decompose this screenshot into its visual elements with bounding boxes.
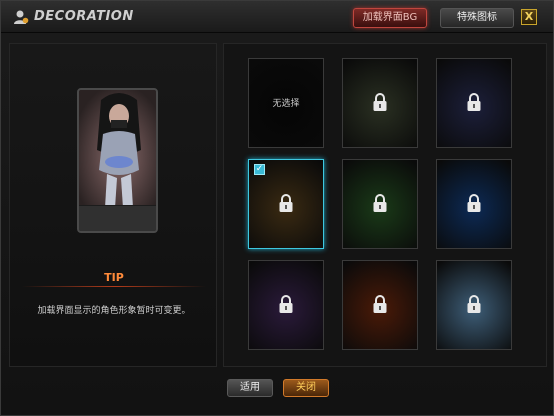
no-selection-label: 无选择 — [272, 99, 300, 109]
preview-footer — [79, 205, 156, 231]
tile-purple-space[interactable] — [248, 260, 324, 350]
lock-icon — [279, 295, 293, 313]
character-image — [79, 90, 156, 210]
apply-button[interactable]: 适用 — [227, 379, 273, 397]
tile-brown-glow[interactable]: ✓ — [248, 159, 324, 249]
lock-icon — [467, 295, 481, 313]
lock-icon — [373, 295, 387, 313]
selected-check-icon: ✓ — [254, 164, 265, 175]
tile-fire[interactable] — [342, 260, 418, 350]
lock-icon — [467, 194, 481, 212]
close-icon[interactable]: X — [521, 9, 537, 25]
user-icon — [14, 10, 29, 24]
character-preview — [77, 88, 158, 233]
tile-camo-navy[interactable] — [436, 58, 512, 148]
lock-icon — [373, 194, 387, 212]
title-bar[interactable]: DECORATION 加载界面BG 特殊图标 X — [1, 1, 553, 33]
lock-icon — [373, 93, 387, 111]
close-button[interactable]: 关闭 — [283, 379, 329, 397]
background-grid: 无选择 ✓ — [223, 43, 547, 367]
tile-green-nebula[interactable] — [342, 159, 418, 249]
lock-icon — [279, 194, 293, 212]
tile-camo-green[interactable] — [342, 58, 418, 148]
tip-divider — [22, 286, 206, 287]
tip-text: 加载界面显示的角色形象暂时可变更。 — [37, 306, 191, 316]
tile-frost[interactable] — [436, 260, 512, 350]
tip-title: TIP — [104, 271, 124, 284]
tile-none[interactable]: 无选择 — [248, 58, 324, 148]
tab-special-icon[interactable]: 特殊图标 — [440, 8, 514, 28]
window-title: DECORATION — [34, 9, 134, 24]
tab-loading-bg[interactable]: 加载界面BG — [353, 8, 427, 28]
preview-panel: TIP 加载界面显示的角色形象暂时可变更。 — [9, 43, 217, 367]
lock-icon — [467, 93, 481, 111]
decoration-window: DECORATION 加载界面BG 特殊图标 X TIP 加载界面显示的角色形象… — [0, 0, 554, 416]
tile-blue-nebula[interactable] — [436, 159, 512, 249]
